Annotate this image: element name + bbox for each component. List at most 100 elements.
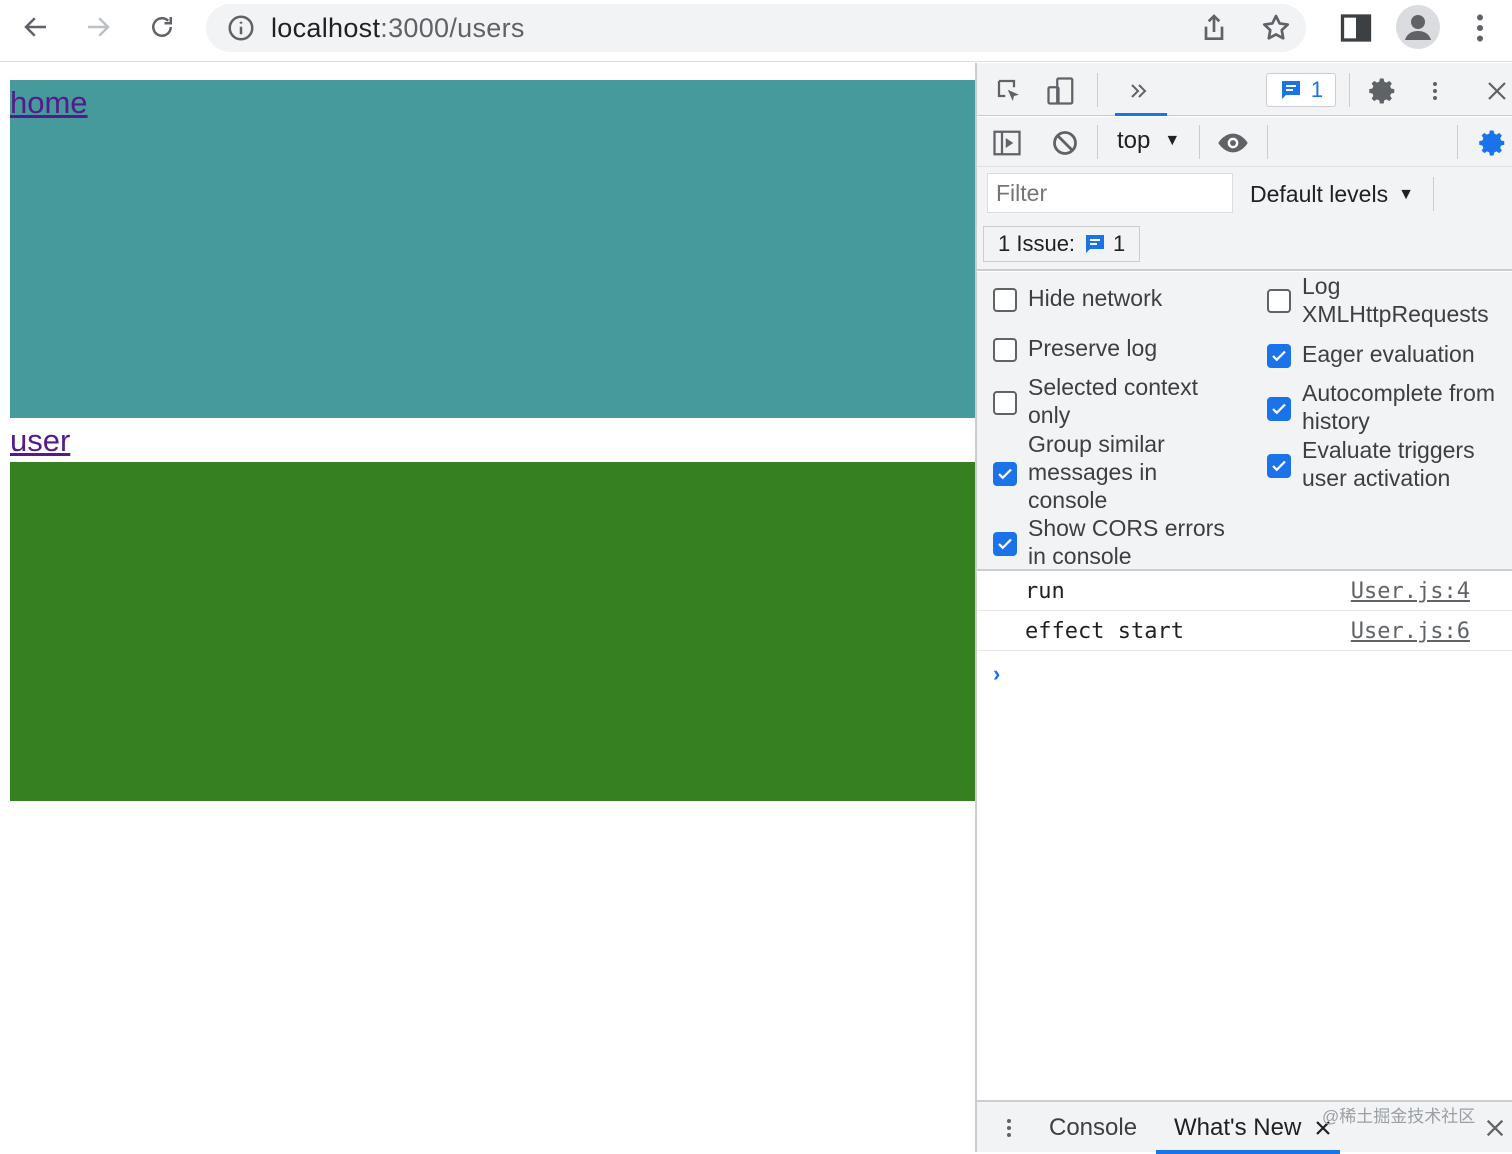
evaluate-triggers-checkbox[interactable]	[1267, 454, 1291, 478]
hide-network-checkbox[interactable]	[993, 288, 1017, 312]
issues-count: 1	[1310, 77, 1324, 102]
url-path: :3000/users	[380, 13, 525, 43]
message-icon	[1281, 81, 1300, 99]
javascript-context-select[interactable]: top ▼	[1117, 127, 1180, 155]
issues-button[interactable]: 1 Issue: 1	[983, 226, 1141, 262]
browser-menu-icon[interactable]	[1462, 8, 1498, 48]
active-tab-indicator	[1115, 113, 1167, 116]
watermark-text: @稀土掘金技术社区	[1322, 1107, 1476, 1126]
drawer-menu-icon[interactable]	[997, 1112, 1021, 1144]
checkbox-checked[interactable]	[1267, 397, 1291, 421]
dropdown-triangle-icon: ▼	[1164, 132, 1181, 149]
selected-context-checkbox[interactable]	[993, 391, 1017, 415]
checkmark-icon	[998, 538, 1012, 550]
drawer-tab-console[interactable]: Console	[1049, 1114, 1137, 1142]
log-levels-dropdown[interactable]: Default levels ▼	[1250, 181, 1414, 208]
issues-bar: 1 Issue: 1	[977, 219, 1512, 271]
clear-console-icon[interactable]	[1047, 125, 1083, 161]
show-cors-label: Show CORS errors in console	[1028, 515, 1225, 569]
console-settings-gear-icon[interactable]	[1475, 125, 1511, 161]
forward-button[interactable]	[74, 7, 122, 47]
console-settings-panel: Hide network Preserve log Selected conte…	[977, 272, 1512, 571]
drawer-tab-whats-new[interactable]: What's New	[1174, 1114, 1301, 1142]
side-panel-icon[interactable]	[1336, 10, 1376, 46]
group-similar-label: Group similar messages in console	[1028, 431, 1165, 513]
back-arrow-icon	[24, 17, 46, 37]
checkbox-checked[interactable]	[1267, 454, 1291, 478]
home-link[interactable]: home	[10, 85, 88, 121]
toolbar-separator	[1199, 125, 1200, 159]
checkbox-checked[interactable]	[993, 462, 1017, 486]
checkbox[interactable]	[993, 288, 1017, 312]
user-link[interactable]: user	[10, 423, 70, 459]
show-cors-checkbox[interactable]	[993, 532, 1017, 556]
more-tabs-icon[interactable]	[1121, 73, 1157, 109]
message-source-link[interactable]: User.js:4	[1351, 579, 1470, 604]
eager-evaluation-label: Eager evaluation	[1302, 341, 1475, 367]
url-host: localhost	[271, 13, 381, 43]
checkbox-checked[interactable]	[1267, 344, 1291, 368]
checkbox[interactable]	[993, 338, 1017, 362]
devtools-drawer-bar: Console What's New @稀土掘金技术社区	[977, 1100, 1512, 1154]
site-info-icon[interactable]	[226, 13, 256, 43]
toolbar-separator	[1097, 125, 1098, 159]
console-messages: run User.js:4 effect start User.js:6	[977, 571, 1512, 651]
autocomplete-checkbox[interactable]	[1267, 397, 1291, 421]
eager-evaluation-checkbox[interactable]	[1267, 344, 1291, 368]
user-block	[10, 462, 975, 801]
log-xhr-label: Log XMLHttpRequests	[1302, 273, 1489, 327]
reload-button[interactable]	[138, 7, 186, 47]
toolbar-separator	[1433, 177, 1434, 211]
back-button[interactable]	[12, 7, 60, 47]
evaluate-triggers-label: Evaluate triggers user activation	[1302, 437, 1475, 491]
bookmark-star-icon[interactable]	[1260, 12, 1292, 44]
checkbox-checked[interactable]	[993, 532, 1017, 556]
active-drawer-tab-indicator	[1156, 1150, 1340, 1154]
share-icon[interactable]	[1198, 12, 1230, 44]
live-expression-eye-icon[interactable]	[1215, 125, 1251, 161]
profile-avatar[interactable]	[1396, 5, 1440, 49]
filter-bar: Default levels ▼	[977, 167, 1512, 219]
home-block	[10, 80, 975, 418]
log-xhr-checkbox[interactable]	[1267, 289, 1291, 313]
address-bar[interactable]: localhost:3000/users	[206, 4, 1306, 52]
device-toolbar-icon[interactable]	[1043, 73, 1079, 109]
group-similar-checkbox[interactable]	[993, 462, 1017, 486]
checkmark-icon	[998, 468, 1012, 480]
devtools-tab-bar: 1	[977, 63, 1512, 116]
issue-label: 1 Issue:	[998, 231, 1076, 256]
autocomplete-label: Autocomplete from history	[1302, 380, 1496, 434]
page-viewport: home user	[0, 63, 975, 1152]
context-value: top	[1117, 127, 1151, 154]
checkmark-icon	[1272, 403, 1286, 415]
dropdown-triangle-icon: ▼	[1398, 185, 1414, 203]
preserve-log-checkbox[interactable]	[993, 338, 1017, 362]
issues-counter-button[interactable]: 1	[1266, 73, 1336, 107]
close-devtools-icon[interactable]	[1481, 73, 1512, 109]
browser-toolbar: localhost:3000/users	[0, 0, 1512, 62]
inspect-element-icon[interactable]	[991, 73, 1027, 109]
message-text: run	[1025, 579, 1065, 604]
issue-count: 1	[1113, 231, 1126, 256]
forward-arrow-icon	[88, 17, 110, 37]
message-text: effect start	[1025, 619, 1184, 644]
selected-context-label: Selected context only	[1028, 374, 1199, 428]
devtools-menu-icon[interactable]	[1423, 73, 1447, 109]
close-drawer-icon[interactable]	[1481, 1114, 1509, 1142]
show-sidebar-icon[interactable]	[989, 125, 1025, 161]
url-text[interactable]: localhost:3000/users	[271, 14, 525, 42]
reload-icon	[152, 17, 172, 37]
levels-label: Default levels	[1250, 181, 1389, 207]
console-message: effect start User.js:6	[977, 611, 1512, 651]
message-icon	[1086, 235, 1105, 253]
devtools-settings-gear-icon[interactable]	[1365, 73, 1401, 109]
checkbox[interactable]	[993, 391, 1017, 415]
console-filter-input[interactable]	[987, 173, 1233, 213]
checkmark-icon	[1272, 460, 1286, 472]
checkmark-icon	[1272, 350, 1286, 362]
message-source-link[interactable]: User.js:6	[1351, 619, 1470, 644]
console-toolbar: top ▼	[977, 117, 1512, 167]
checkbox[interactable]	[1267, 289, 1291, 313]
devtools-panel: 1 top ▼ Filter Default levels ▼ 1 Issue:…	[975, 63, 1512, 1154]
console-prompt-chevron-icon[interactable]: ›	[993, 661, 1000, 687]
